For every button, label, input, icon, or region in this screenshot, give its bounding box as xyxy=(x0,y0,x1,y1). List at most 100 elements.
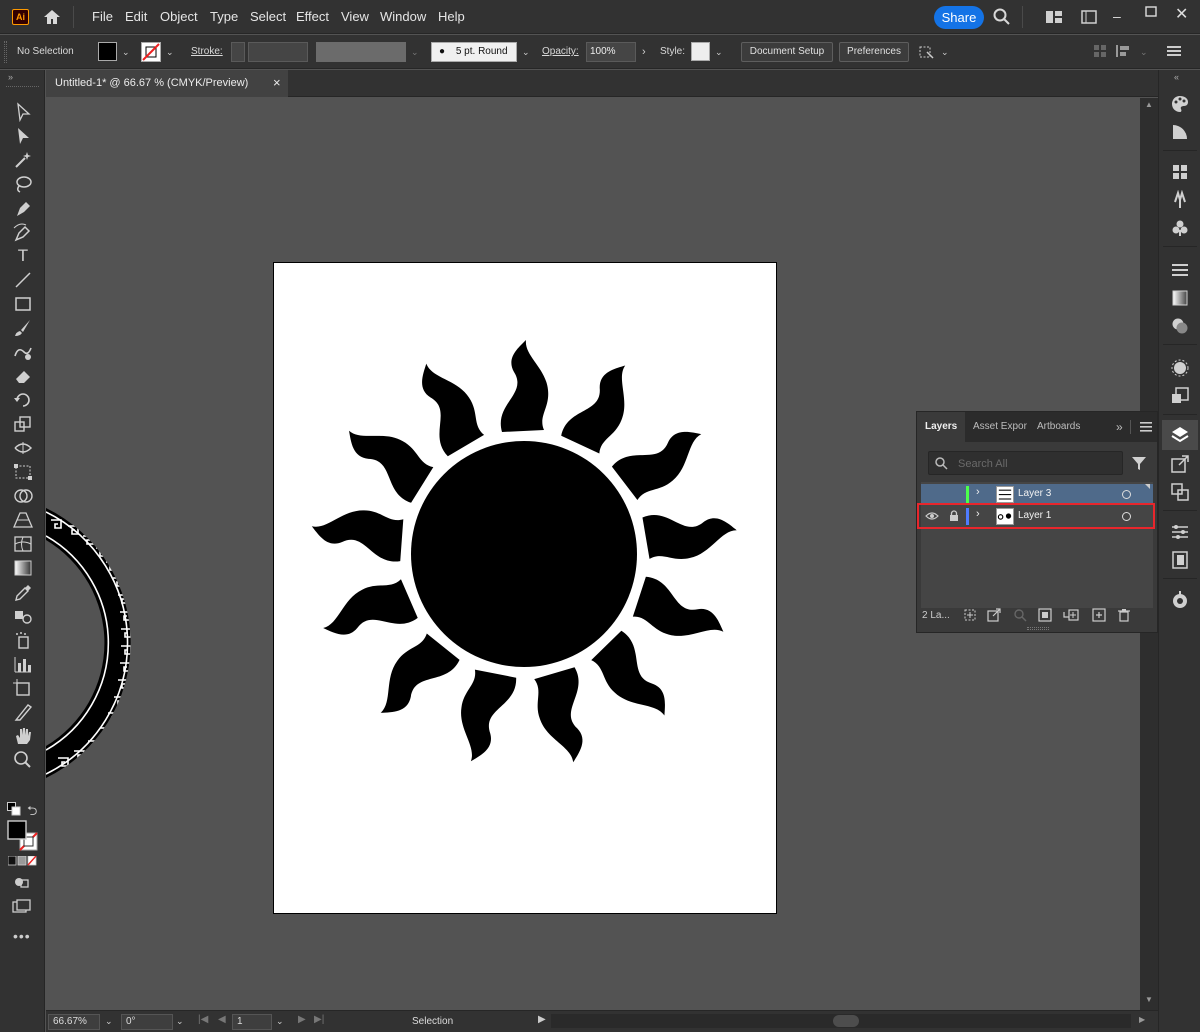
color-guide-icon[interactable] xyxy=(1170,122,1190,142)
stroke-weight-stepper[interactable] xyxy=(231,42,245,62)
artboard-number-field[interactable]: 1 xyxy=(232,1014,272,1030)
menu-object[interactable]: Object xyxy=(160,9,198,24)
scroll-up-icon[interactable]: ▲ xyxy=(1145,100,1153,109)
hand-tool-icon[interactable] xyxy=(12,726,34,746)
sun-disc[interactable] xyxy=(411,441,637,667)
menu-window[interactable]: Window xyxy=(380,9,426,24)
libraries-icon[interactable] xyxy=(1170,550,1190,570)
previous-artboard-icon[interactable]: ◀ xyxy=(218,1014,226,1025)
gradient-tool-icon[interactable] xyxy=(12,558,34,578)
sun-ray[interactable] xyxy=(530,667,598,768)
navigator-icon[interactable] xyxy=(1170,590,1190,610)
chevron-down-icon[interactable]: ⌄ xyxy=(411,47,419,58)
symbols-icon[interactable] xyxy=(1170,218,1190,238)
eyedropper-tool-icon[interactable] xyxy=(12,582,34,602)
sun-ray[interactable] xyxy=(500,340,549,432)
shaper-tool-icon[interactable] xyxy=(12,342,34,362)
chevron-down-icon[interactable]: ⌄ xyxy=(276,1016,284,1027)
sun-ray[interactable] xyxy=(335,412,438,503)
maximize-icon[interactable] xyxy=(1145,6,1157,18)
sun-ray[interactable] xyxy=(404,353,489,457)
drawing-modes-icon[interactable] xyxy=(13,875,31,889)
resize-grip[interactable] xyxy=(1027,627,1049,630)
chevron-right-icon[interactable]: › xyxy=(976,486,980,498)
line-tool-icon[interactable] xyxy=(12,270,34,290)
chevron-down-icon[interactable]: ⌄ xyxy=(941,47,949,58)
column-graph-tool-icon[interactable] xyxy=(12,654,34,674)
layer-name[interactable]: Layer 3 xyxy=(1018,488,1051,499)
direct-selection-tool-icon[interactable] xyxy=(12,126,34,146)
filter-icon[interactable] xyxy=(1131,455,1147,471)
zoom-tool-icon[interactable] xyxy=(12,750,34,770)
brushes-icon[interactable] xyxy=(1170,190,1190,210)
arrange-documents-icon[interactable] xyxy=(1045,10,1063,24)
stroke-swatch[interactable] xyxy=(141,42,161,62)
menu-select[interactable]: Select xyxy=(250,9,286,24)
default-colors-icon[interactable] xyxy=(7,802,21,816)
lasso-tool-icon[interactable] xyxy=(12,174,34,194)
shape-builder-tool-icon[interactable] xyxy=(12,486,34,506)
swatches-icon[interactable] xyxy=(1170,162,1190,182)
greek-key-border-artwork[interactable] xyxy=(46,508,136,798)
horizontal-scrollbar[interactable] xyxy=(551,1014,1131,1028)
search-icon[interactable] xyxy=(993,8,1011,26)
trash-icon[interactable] xyxy=(1117,608,1131,622)
chevron-down-icon[interactable]: ⌄ xyxy=(166,47,174,58)
color-mode-icons[interactable] xyxy=(8,856,38,866)
horizontal-scroll-thumb[interactable] xyxy=(833,1015,859,1027)
transform-icon[interactable] xyxy=(1115,44,1133,58)
layers-icon[interactable] xyxy=(1170,425,1190,445)
menu-view[interactable]: View xyxy=(341,9,369,24)
sun-ray[interactable] xyxy=(309,504,406,562)
appearance-icon[interactable] xyxy=(1170,358,1190,378)
brush-definition[interactable]: ● 5 pt. Round xyxy=(431,42,517,62)
collapse-panel-icon[interactable]: » xyxy=(8,72,13,82)
chevron-down-icon[interactable]: ⌄ xyxy=(176,1016,184,1027)
scale-tool-icon[interactable] xyxy=(12,414,34,434)
sun-ray[interactable] xyxy=(629,576,732,653)
menu-file[interactable]: File xyxy=(92,9,113,24)
paintbrush-tool-icon[interactable] xyxy=(12,318,34,338)
menu-help[interactable]: Help xyxy=(438,9,465,24)
chevron-down-icon[interactable]: ⌄ xyxy=(1140,47,1148,58)
panel-expand-icon[interactable]: » xyxy=(1116,412,1123,442)
chevron-down-icon[interactable]: ⌄ xyxy=(715,47,723,58)
chevron-right-icon[interactable]: › xyxy=(642,46,646,58)
chevron-down-icon[interactable]: ⌄ xyxy=(122,47,130,58)
tab-artboards[interactable]: Artboards xyxy=(1037,412,1080,442)
pen-tool-icon[interactable] xyxy=(12,198,34,218)
menu-edit[interactable]: Edit xyxy=(125,9,147,24)
layers-search-input[interactable]: Search All xyxy=(928,451,1123,475)
scroll-right-icon[interactable]: ▶ xyxy=(1139,1015,1145,1024)
share-button[interactable]: Share xyxy=(934,6,984,29)
opacity-field[interactable]: 100% xyxy=(586,42,636,62)
blend-tool-icon[interactable] xyxy=(12,606,34,626)
panel-menu-icon[interactable] xyxy=(1167,46,1181,56)
first-artboard-icon[interactable]: |◀ xyxy=(198,1014,208,1025)
transparency-icon[interactable] xyxy=(1170,316,1190,336)
gradient-panel-icon[interactable] xyxy=(1170,288,1190,308)
create-sublayer-icon[interactable] xyxy=(1063,608,1079,622)
artboard[interactable] xyxy=(273,262,777,914)
symbol-sprayer-tool-icon[interactable] xyxy=(12,630,34,650)
width-tool-icon[interactable] xyxy=(12,438,34,458)
rectangle-tool-icon[interactable] xyxy=(12,294,34,314)
minimize-icon[interactable]: – xyxy=(1113,8,1121,24)
type-tool-icon[interactable]: T xyxy=(12,246,34,266)
edit-toolbar-icon[interactable]: ••• xyxy=(13,928,31,944)
color-icon[interactable] xyxy=(1170,94,1190,114)
status-menu-icon[interactable]: ▶ xyxy=(538,1014,546,1025)
collapse-dock-icon[interactable]: « xyxy=(1174,72,1179,82)
mesh-tool-icon[interactable] xyxy=(12,534,34,554)
free-transform-tool-icon[interactable] xyxy=(12,462,34,482)
next-artboard-icon[interactable]: ▶ xyxy=(298,1014,306,1025)
zoom-field[interactable]: 66.67% xyxy=(48,1014,100,1030)
style-swatch[interactable] xyxy=(691,42,710,61)
sun-ray[interactable] xyxy=(315,575,418,652)
fill-stroke-swatch[interactable] xyxy=(7,820,39,852)
tab-close-icon[interactable]: × xyxy=(273,70,281,96)
selection-tool-icon[interactable] xyxy=(12,102,34,122)
perspective-grid-tool-icon[interactable] xyxy=(12,510,34,530)
menu-type[interactable]: Type xyxy=(210,9,238,24)
sun-ray[interactable] xyxy=(611,413,714,504)
